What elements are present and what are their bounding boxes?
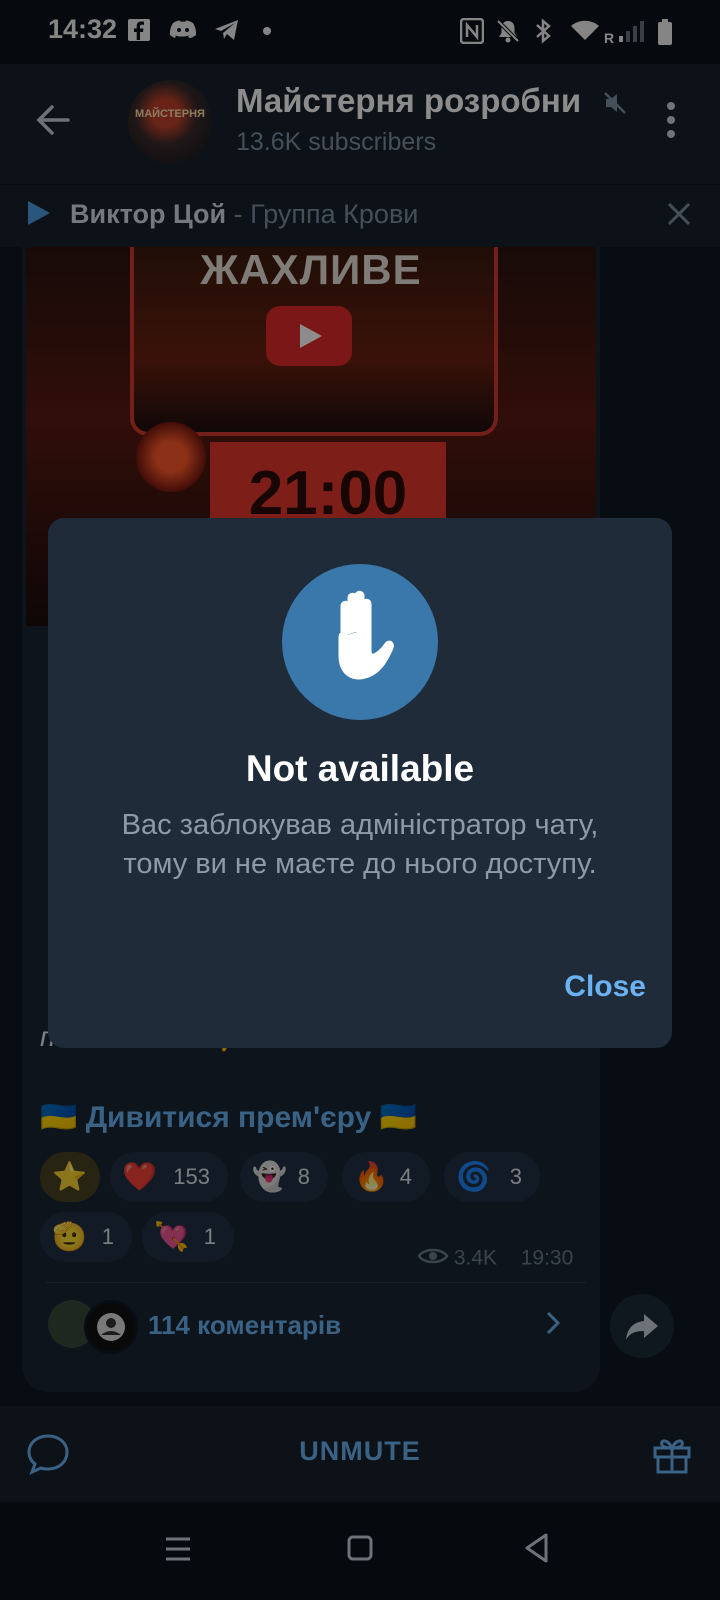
- dialog-title: Not available: [245, 748, 475, 789]
- not-available-dialog: Not available Вас заблокував адміністрат…: [48, 518, 672, 1048]
- dialog-message: Вас заблокував адміністратор чату, тому …: [121, 809, 599, 880]
- close-button[interactable]: Close: [536, 970, 646, 1004]
- stop-hand-icon: [282, 564, 438, 720]
